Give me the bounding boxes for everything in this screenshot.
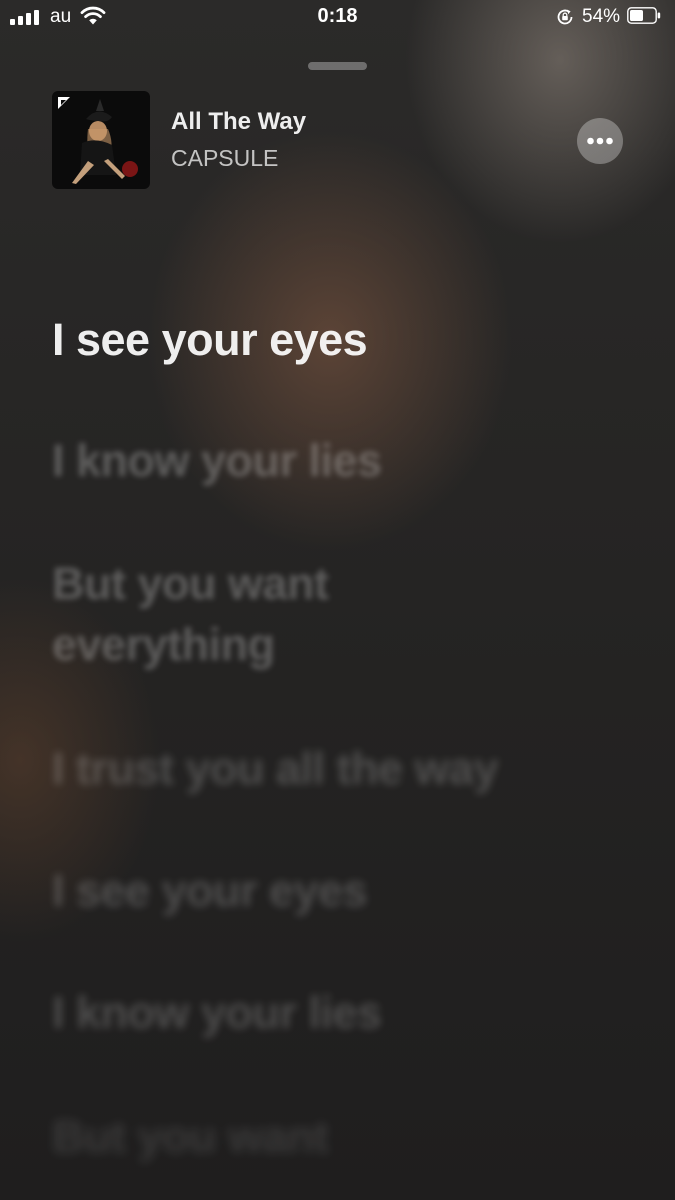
lyric-line-continuation[interactable]: everything (52, 614, 632, 676)
sheet-grabber-handle[interactable] (308, 62, 367, 70)
ellipsis-icon (587, 137, 613, 145)
lyric-line[interactable]: I know your lies (52, 982, 632, 1044)
lyric-line[interactable]: But you want (52, 553, 632, 615)
battery-percentage: 54% (582, 6, 621, 27)
lyric-line[interactable]: I know your lies (52, 430, 632, 492)
lyric-line[interactable]: I trust you all the way (52, 738, 632, 800)
lyric-line[interactable]: I see your eyes (52, 860, 632, 922)
battery-icon (627, 7, 661, 24)
album-artwork[interactable] (52, 91, 150, 189)
album-artwork-image (52, 91, 150, 189)
lyric-line-current[interactable]: I see your eyes (52, 309, 632, 371)
lyric-line[interactable]: But you want (52, 1106, 632, 1168)
more-options-button[interactable] (577, 118, 623, 164)
track-artist[interactable]: CAPSULE (171, 145, 278, 172)
rotation-lock-icon (557, 9, 573, 25)
status-bar: au 0:18 54% (0, 0, 675, 34)
track-title[interactable]: All The Way (171, 108, 306, 136)
